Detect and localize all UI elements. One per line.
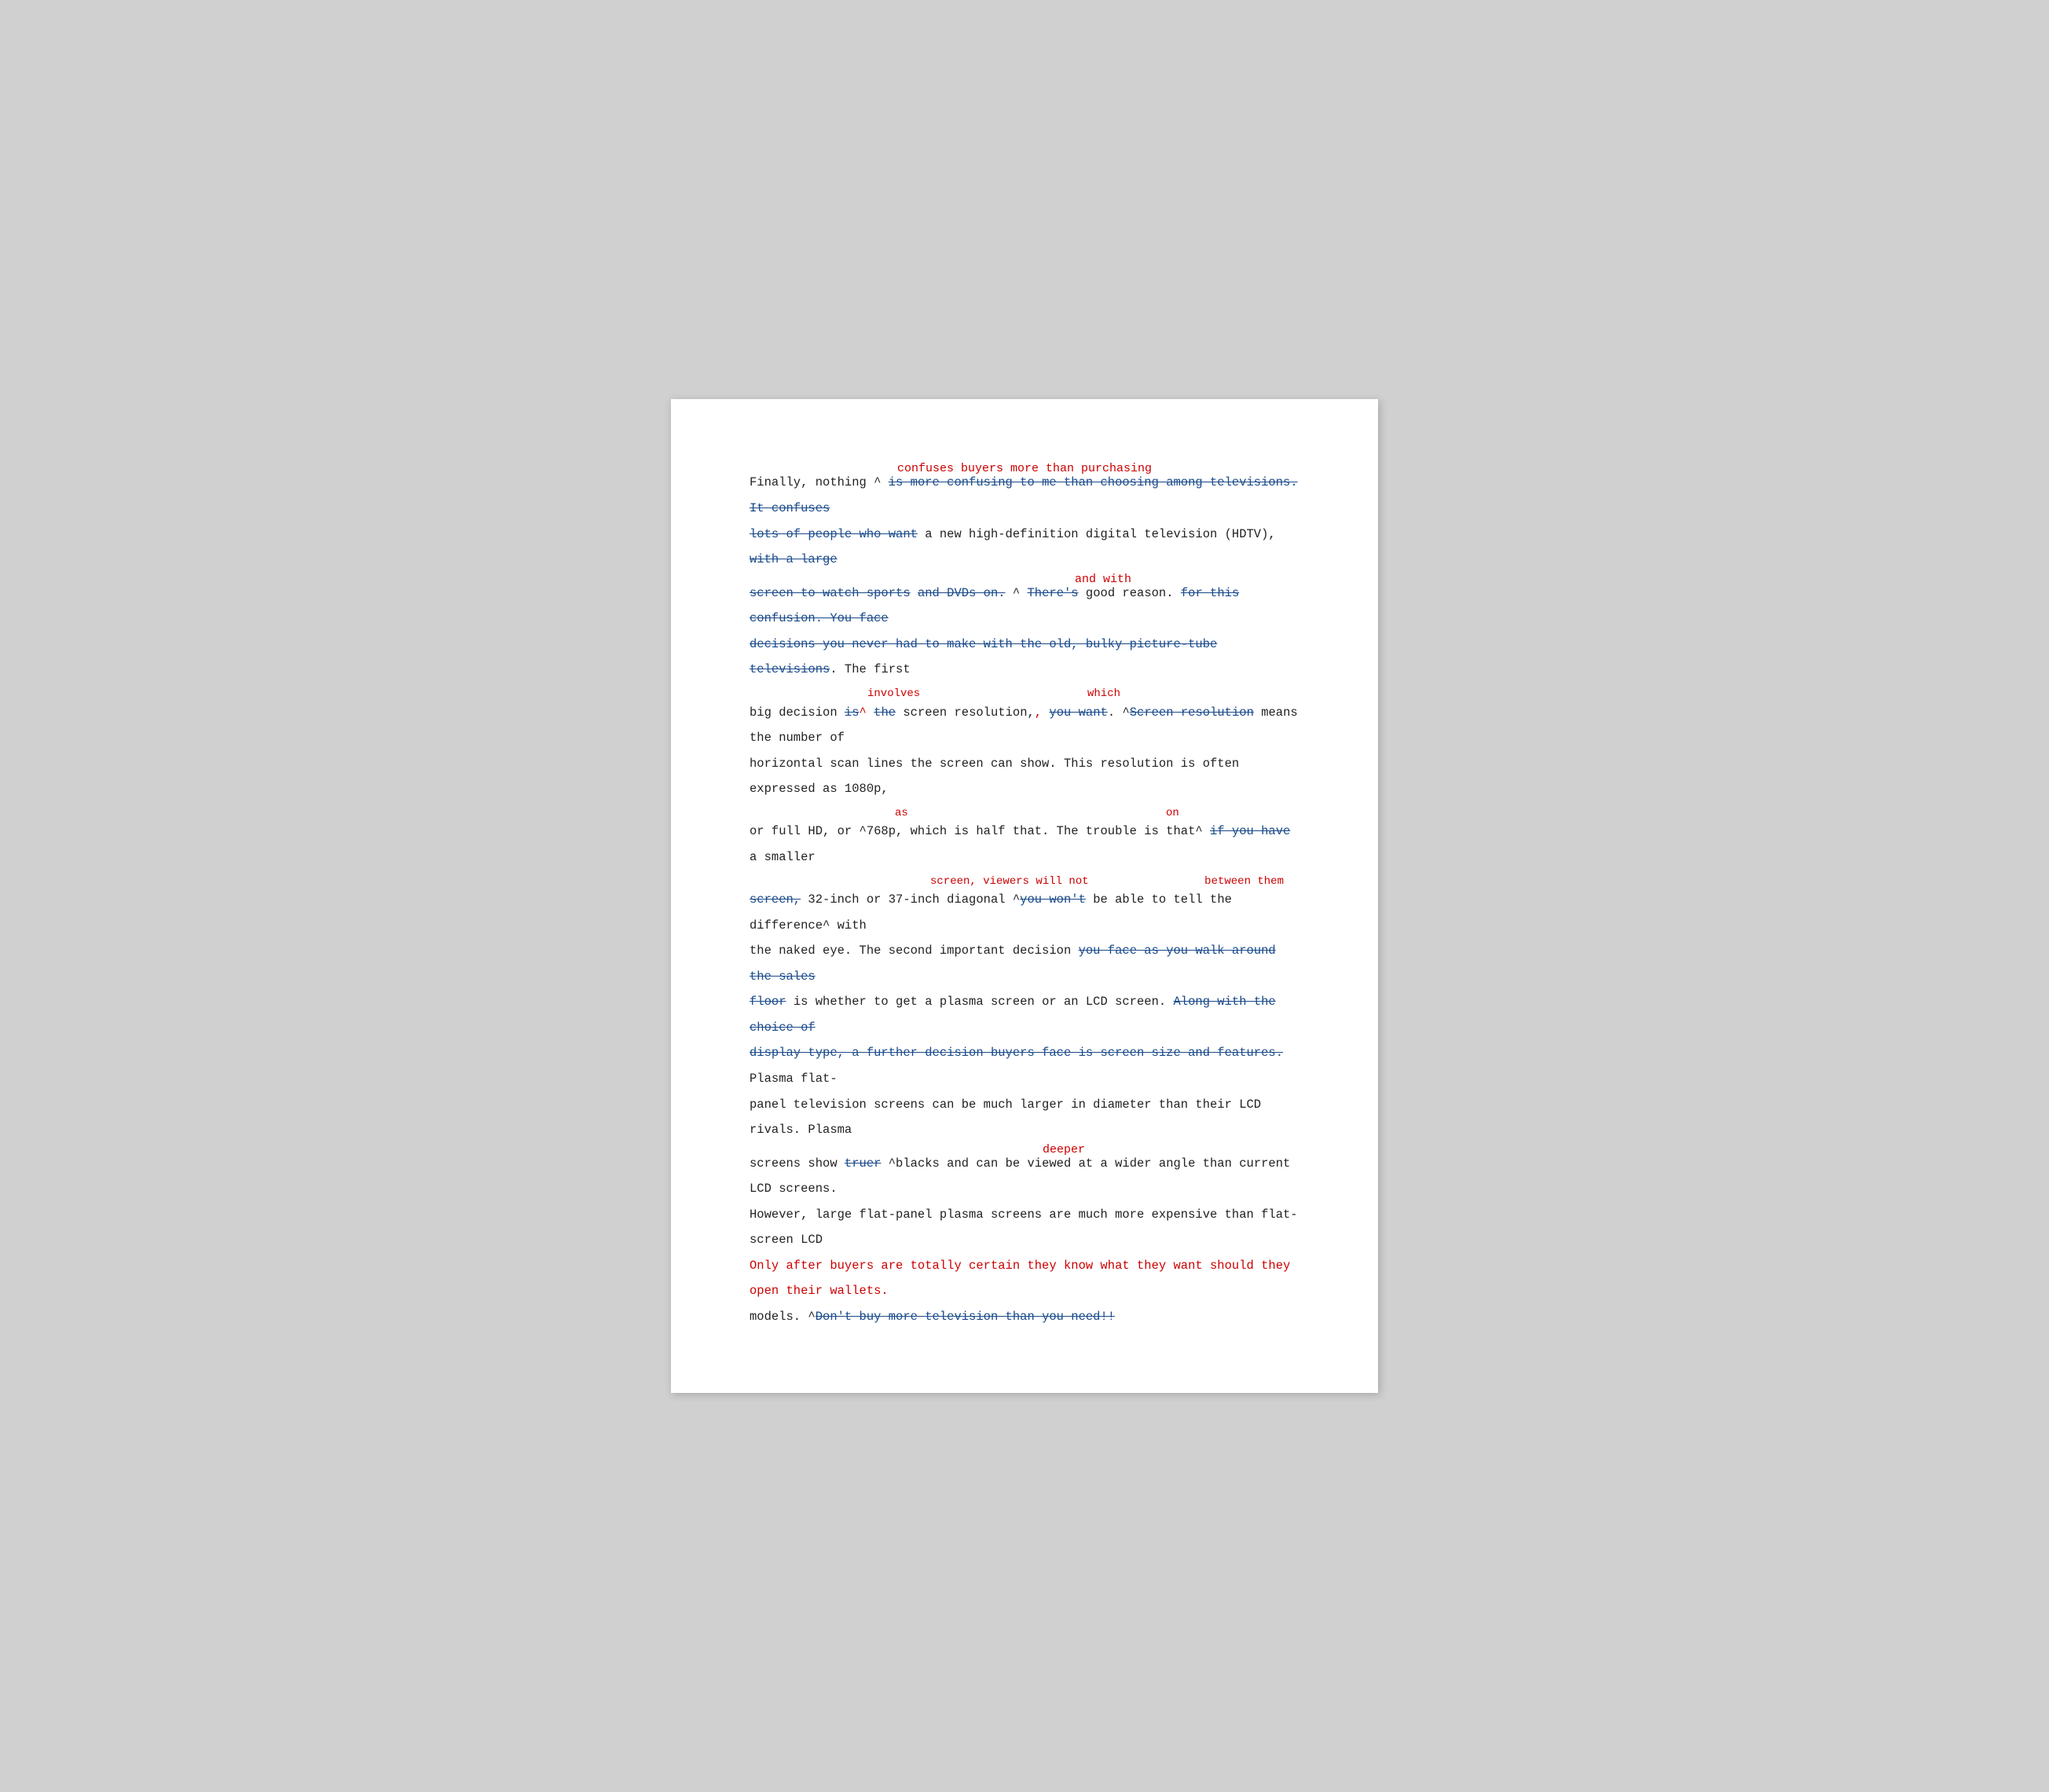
text-line-3: screen to watch sports and DVDs on. ^ Th… xyxy=(750,586,1239,626)
insertion-involves: involves xyxy=(867,683,920,705)
insertion-as: as xyxy=(895,802,908,825)
insertion-line-4: as on xyxy=(750,802,1299,819)
insertion-which: which xyxy=(1087,683,1120,705)
text-line-14: However, large flat-panel plasma screens… xyxy=(750,1207,1298,1248)
insertion-line-6: deeper xyxy=(828,1143,1299,1157)
text-line-9: the naked eye. The second important deci… xyxy=(750,944,1276,984)
insertion-between-them: between them xyxy=(1204,870,1284,893)
text-line-1: Finally, nothing ^ is more confusing to … xyxy=(750,475,1298,515)
text-line-16: models. ^Don't buy more television than … xyxy=(750,1310,1115,1324)
insertion-line-3: involves which xyxy=(750,683,1299,700)
insertion-line-5: screen, viewers will not between them xyxy=(750,870,1299,888)
text-line-6: horizontal scan lines the screen can sho… xyxy=(750,757,1239,797)
insertion-line-1: confuses buyers more than purchasing xyxy=(750,462,1299,476)
text-line-15-red: Only after buyers are totally certain th… xyxy=(750,1259,1290,1299)
text-line-12: panel television screens can be much lar… xyxy=(750,1098,1261,1138)
insertion-screen-viewers: screen, viewers will not xyxy=(930,870,1089,893)
text-line-4: decisions you never had to make with the… xyxy=(750,637,1217,677)
text-line-13: screens show truer ^blacks and can be vi… xyxy=(750,1156,1290,1196)
insertion-line-2: and with xyxy=(907,573,1299,587)
text-line-10: floor is whether to get a plasma screen … xyxy=(750,995,1276,1035)
text-line-7: or full HD, or ^768p, which is half that… xyxy=(750,824,1290,864)
text-line-5: big decision is^ the screen resolution,,… xyxy=(750,705,1298,746)
document-page: confuses buyers more than purchasing Fin… xyxy=(671,399,1378,1392)
text-content: confuses buyers more than purchasing Fin… xyxy=(750,462,1299,1329)
text-line-11: display type, a further decision buyers … xyxy=(750,1046,1283,1086)
text-line-8: screen, 32-inch or 37-inch diagonal ^you… xyxy=(750,892,1232,933)
insertion-on: on xyxy=(1166,802,1179,825)
text-line-2: lots of people who want a new high-defin… xyxy=(750,527,1276,567)
